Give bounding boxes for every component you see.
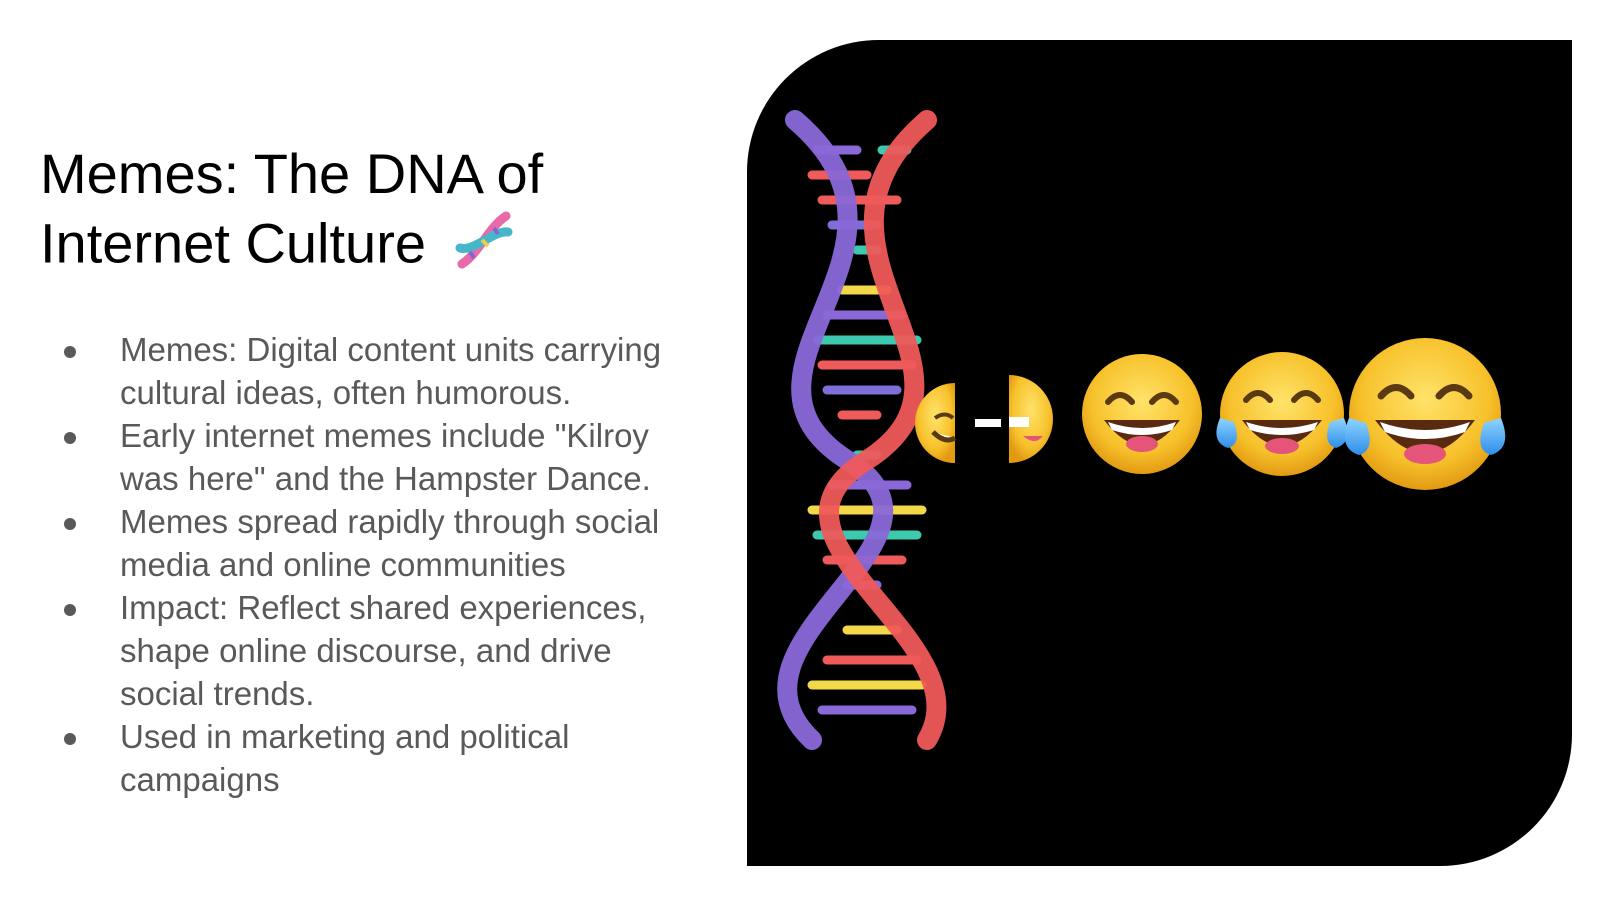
bullet-dot	[64, 346, 76, 358]
bullet-item: Early internet memes include "Kilroy was…	[58, 414, 698, 500]
bullet-text: Early internet memes include "Kilroy was…	[120, 417, 651, 497]
bullet-dot	[64, 432, 76, 444]
bullet-item: Memes spread rapidly through social medi…	[58, 500, 698, 586]
bullet-text: Impact: Reflect shared experiences, shap…	[120, 589, 647, 712]
bullet-item: Impact: Reflect shared experiences, shap…	[58, 586, 698, 715]
slide: Memes: The DNA of Internet Culture Memes…	[0, 0, 1600, 900]
title-line-2-text: Internet Culture	[40, 211, 426, 275]
bullet-dot	[64, 604, 76, 616]
bullet-text: Memes spread rapidly through social medi…	[120, 503, 660, 583]
bullet-item: Used in marketing and political campaign…	[58, 715, 698, 801]
bullet-text: Memes: Digital content units carrying cu…	[120, 331, 662, 411]
bullet-dot	[64, 518, 76, 530]
title-line-1: Memes: The DNA of	[40, 142, 544, 205]
tears-of-joy-emoji-large-icon	[1344, 338, 1506, 490]
dna-emoji-illustration	[747, 40, 1572, 866]
bullet-list: Memes: Digital content units carrying cu…	[58, 328, 698, 801]
slide-title: Memes: The DNA of Internet Culture	[40, 140, 680, 287]
bullet-item: Memes: Digital content units carrying cu…	[58, 328, 698, 414]
bullet-text: Used in marketing and political campaign…	[120, 718, 570, 798]
dna-emoji-icon	[452, 208, 516, 287]
bullet-dot	[64, 733, 76, 745]
dna-helix-icon	[777, 110, 947, 750]
title-line-2: Internet Culture	[40, 208, 680, 287]
grinning-emoji-icon	[1082, 354, 1202, 474]
tears-of-joy-emoji-icon	[1216, 352, 1348, 476]
sliced-emoji-icon	[915, 375, 1053, 463]
